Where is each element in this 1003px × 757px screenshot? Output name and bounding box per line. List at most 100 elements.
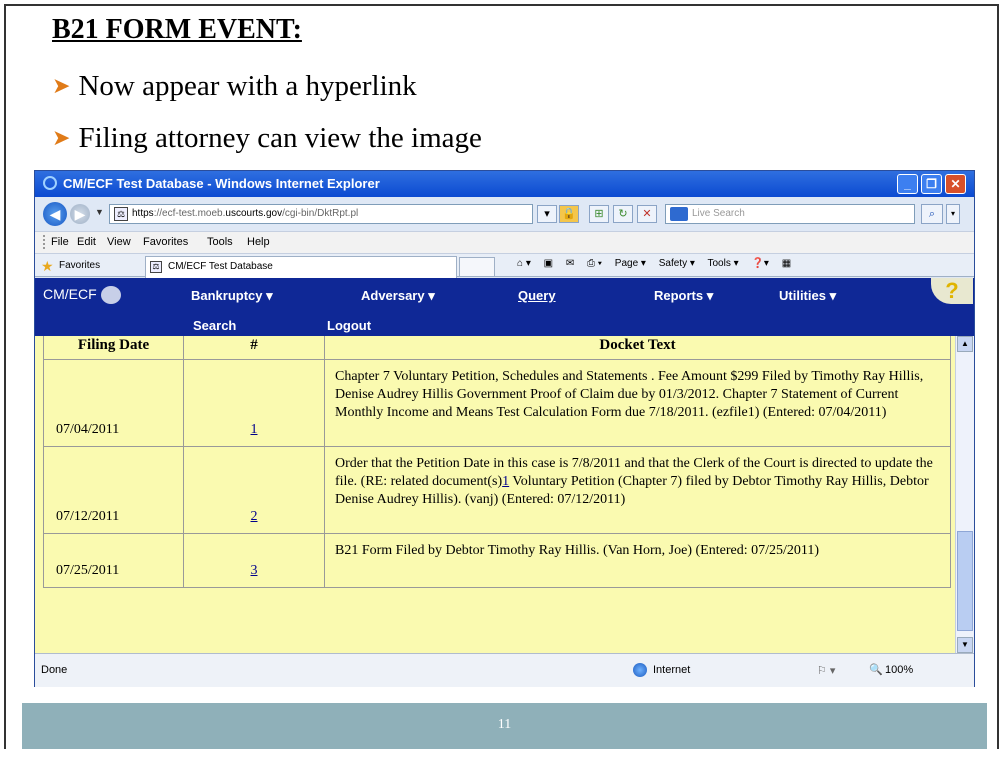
help-button[interactable]: ?	[931, 278, 973, 304]
help-icon[interactable]: ❓▾	[751, 258, 768, 269]
bullet-arrow-icon: ➤	[52, 73, 71, 98]
internet-zone-icon	[633, 663, 647, 677]
address-dropdown-icon[interactable]: ▾	[537, 205, 557, 223]
menu-tools[interactable]: Tools	[207, 236, 233, 248]
ecf-logo-text: CM/ECF	[43, 286, 97, 302]
docket-report: Filing Date # Docket Text 07/04/2011 1 C…	[35, 336, 955, 653]
search-input[interactable]: Live Search	[665, 204, 915, 224]
address-host: uscourts.gov	[225, 208, 283, 219]
slide-bullet: ➤ Filing attorney can view the image	[52, 122, 482, 155]
docket-text: B21 Form Filed by Debtor Timothy Ray Hil…	[324, 533, 951, 588]
address-path: /cgi-bin/DktRpt.pl	[282, 208, 359, 219]
address-pre-host: ://ecf-test.moeb.	[153, 208, 226, 219]
tools-menu[interactable]: Tools ▾	[708, 258, 739, 269]
live-search-icon	[670, 207, 688, 221]
protected-mode-icon[interactable]: ⚐ ▾	[817, 664, 835, 677]
security-zone[interactable]: Internet	[653, 664, 690, 676]
slide-border	[4, 4, 999, 6]
window-titlebar[interactable]: CM/ECF Test Database - Windows Internet …	[35, 171, 974, 197]
menu-help[interactable]: Help	[247, 236, 270, 248]
favorites-button[interactable]: Favorites	[59, 260, 100, 271]
menu-favorites[interactable]: Favorites	[143, 236, 188, 248]
nav-logout[interactable]: Logout	[327, 318, 371, 333]
search-dropdown-icon[interactable]: ▾	[946, 204, 960, 224]
search-icon[interactable]: ⌕	[921, 204, 943, 224]
menu-bar: File Edit View Favorites Tools Help	[35, 231, 974, 253]
browser-tab[interactable]: ⚖ CM/ECF Test Database	[145, 256, 457, 278]
home-icon[interactable]: ⌂ ▾	[517, 258, 531, 269]
slide: B21 FORM EVENT: ➤ Now appear with a hyper…	[0, 0, 1003, 757]
menu-edit[interactable]: Edit	[77, 236, 96, 248]
search-placeholder: Live Search	[692, 208, 745, 219]
back-button[interactable]: ◀	[43, 202, 67, 226]
menu-file[interactable]: File	[51, 236, 69, 248]
menubar-grip	[43, 235, 45, 249]
docket-text: Order that the Petition Date in this cas…	[324, 446, 951, 534]
print-icon[interactable]: ⎙ ▾	[587, 258, 602, 269]
stop-icon[interactable]: ✕	[637, 205, 657, 223]
mail-icon[interactable]: ✉	[566, 258, 574, 269]
scroll-down-icon[interactable]: ▼	[957, 637, 973, 653]
filing-date: 07/04/2011	[43, 359, 184, 447]
address-bar[interactable]: ⚖ https://ecf-test.moeb.uscourts.gov/cgi…	[109, 204, 533, 224]
maximize-button[interactable]: ❐	[921, 174, 942, 194]
new-tab-button[interactable]	[459, 257, 495, 277]
bullet-text: Filing attorney can view the image	[78, 122, 482, 154]
history-dropdown-icon[interactable]: ▼	[95, 207, 104, 217]
scroll-thumb[interactable]	[957, 531, 973, 631]
docket-number-link[interactable]: 2	[251, 509, 258, 524]
site-favicon-icon: ⚖	[150, 261, 162, 273]
docket-table: Filing Date # Docket Text 07/04/2011 1 C…	[43, 336, 951, 588]
page-number: 11	[497, 717, 512, 732]
refresh-icon[interactable]: ↻	[613, 205, 633, 223]
slide-footer: 11	[22, 703, 987, 749]
docket-number: 3	[183, 533, 325, 588]
col-filing-date: Filing Date	[43, 336, 184, 360]
docket-number: 2	[183, 446, 325, 534]
page-menu[interactable]: Page ▾	[615, 258, 646, 269]
research-icon[interactable]: ▦	[782, 258, 791, 269]
safety-menu[interactable]: Safety ▾	[659, 258, 695, 269]
zoom-icon[interactable]: 🔍	[869, 663, 883, 676]
slide-title: B21 FORM EVENT:	[52, 14, 302, 45]
ecf-logo[interactable]: CM/ECF	[43, 286, 121, 305]
docket-number-link[interactable]: 1	[251, 422, 258, 437]
docket-number-link[interactable]: 3	[251, 563, 258, 578]
command-bar: ⌂ ▾ ▣ ✉ ⎙ ▾ Page ▾ Safety ▾ Tools ▾ ❓▾ ▦	[517, 258, 801, 269]
compat-view-icon[interactable]: ⊞	[589, 205, 609, 223]
forward-button[interactable]: ▶	[70, 204, 90, 224]
nav-query[interactable]: Query	[518, 288, 556, 303]
close-button[interactable]: ✕	[945, 174, 966, 194]
zoom-level[interactable]: 100%	[885, 664, 913, 676]
docket-number: 1	[183, 359, 325, 447]
nav-bankruptcy[interactable]: Bankruptcy ▾	[191, 288, 273, 304]
vertical-scrollbar[interactable]: ▲ ▼	[955, 336, 974, 653]
slide-border	[4, 4, 6, 749]
favorites-star-icon[interactable]: ★	[41, 258, 54, 275]
tab-label: CM/ECF Test Database	[168, 261, 273, 272]
slide-border	[997, 4, 999, 749]
address-scheme: https	[132, 208, 154, 219]
nav-search[interactable]: Search	[193, 318, 236, 333]
nav-reports[interactable]: Reports ▾	[654, 288, 713, 304]
filing-date: 07/12/2011	[43, 446, 184, 534]
feeds-icon[interactable]: ▣	[544, 258, 553, 269]
bullet-text: Now appear with a hyperlink	[78, 70, 417, 102]
nav-utilities[interactable]: Utilities ▾	[779, 288, 836, 304]
scroll-up-icon[interactable]: ▲	[957, 336, 973, 352]
status-text: Done	[41, 664, 68, 676]
ecf-navbar: CM/ECF Bankruptcy ▾ Adversary ▾ Query Re…	[35, 278, 974, 336]
browser-window: CM/ECF Test Database - Windows Internet …	[34, 170, 975, 687]
ie-logo-icon	[43, 176, 57, 190]
lock-icon[interactable]: 🔒	[559, 205, 579, 223]
minimize-button[interactable]: _	[897, 174, 918, 194]
col-docket-text: Docket Text	[324, 336, 951, 360]
menu-view[interactable]: View	[107, 236, 131, 248]
nav-adversary[interactable]: Adversary ▾	[361, 288, 435, 304]
favorites-bar: ★ Favorites ⚖ CM/ECF Test Database ⌂ ▾ ▣…	[35, 253, 974, 278]
bullet-arrow-icon: ➤	[52, 125, 71, 150]
slide-bullet: ➤ Now appear with a hyperlink	[52, 70, 417, 103]
window-title: CM/ECF Test Database - Windows Internet …	[63, 176, 380, 191]
table-row: 07/25/2011 3 B21 Form Filed by Debtor Ti…	[43, 533, 951, 588]
table-header-row: Filing Date # Docket Text	[43, 336, 951, 360]
